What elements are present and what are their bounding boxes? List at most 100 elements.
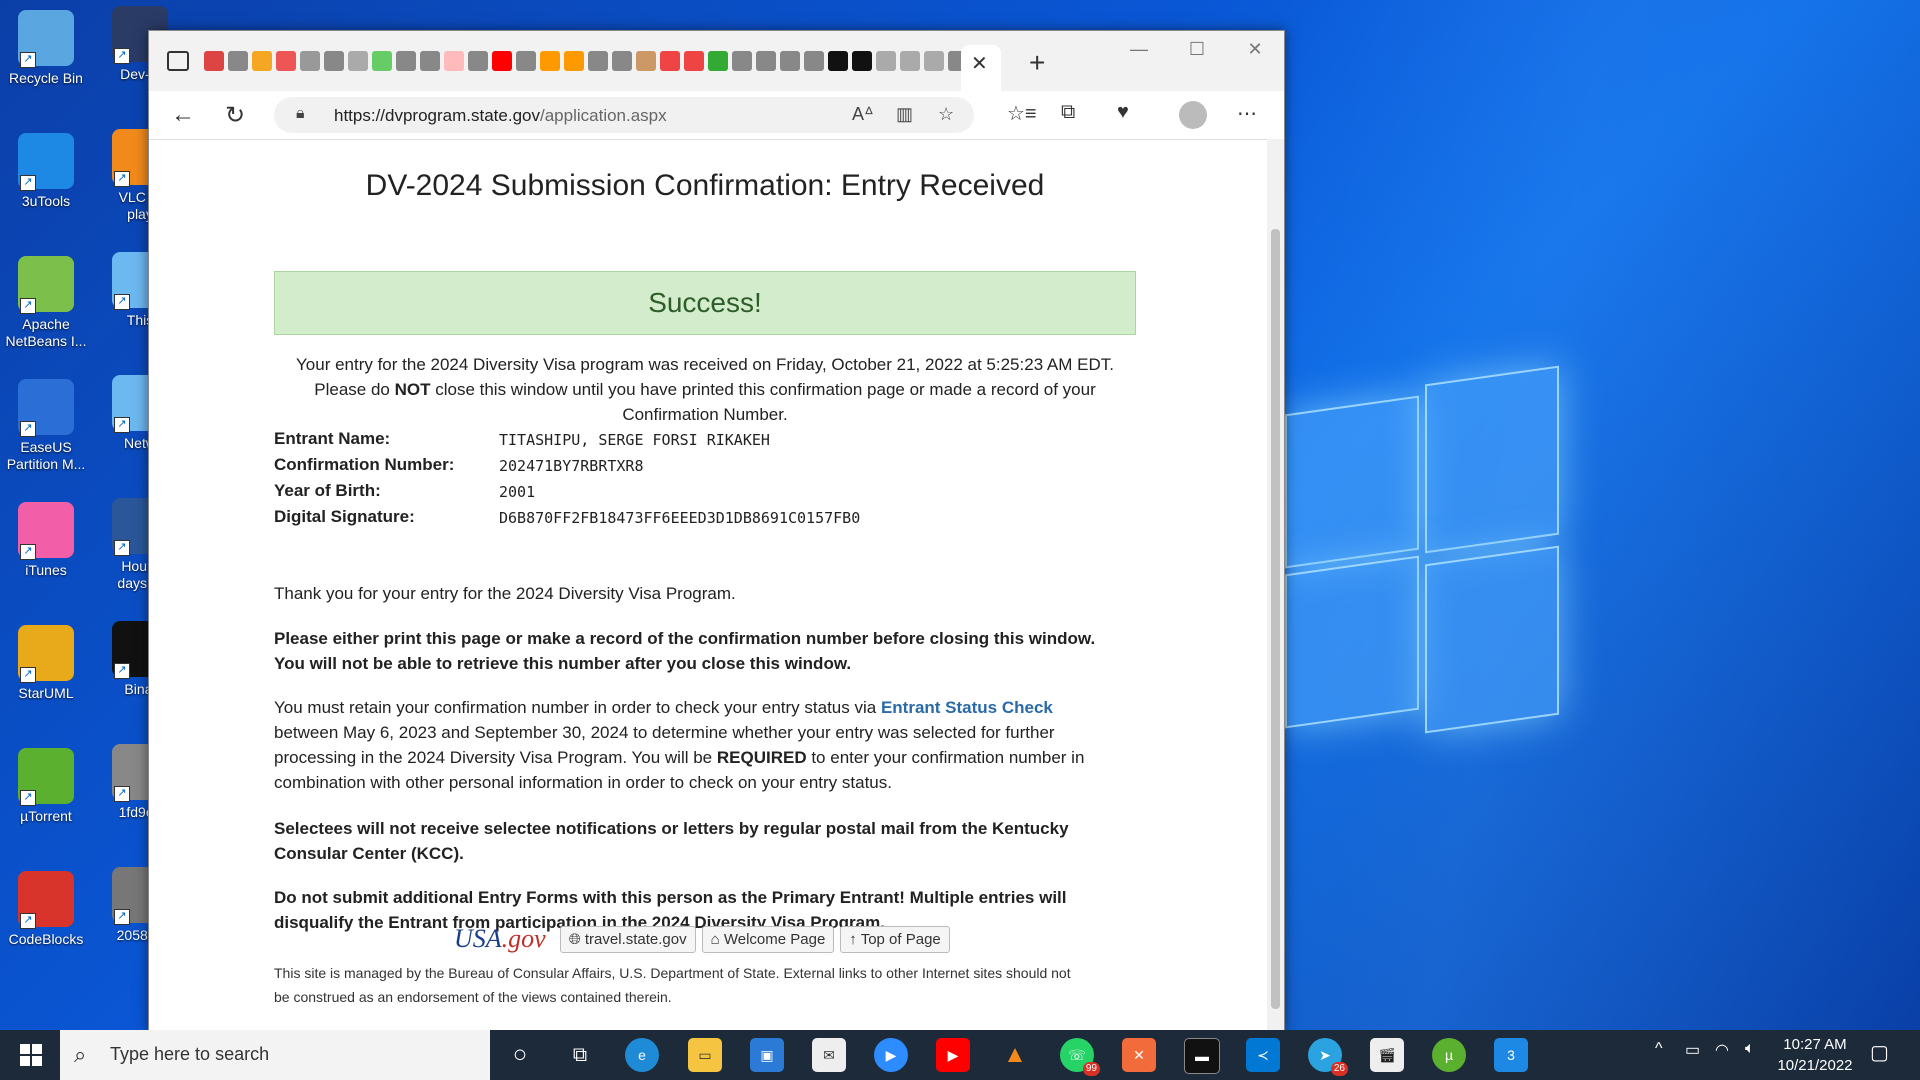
tab-favicon-icon[interactable]	[204, 51, 224, 71]
mail-icon[interactable]: ✉	[812, 1038, 846, 1072]
tab-actions-icon[interactable]	[167, 51, 189, 71]
read-aloud-icon[interactable]: A͏ᐞ	[852, 104, 874, 125]
tab-favicon-icon[interactable]	[780, 51, 800, 71]
back-button[interactable]: ←	[171, 101, 195, 129]
tab-favicon-icon[interactable]	[324, 51, 344, 71]
desktop-icon-recycle-bin[interactable]: ↗ Recycle Bin	[3, 10, 89, 87]
tab-favicon-icon[interactable]	[252, 51, 272, 71]
vlc-icon[interactable]: ▲	[998, 1038, 1032, 1072]
profile-avatar[interactable]	[1179, 101, 1207, 129]
tab-close-icon[interactable]: ✕	[971, 51, 988, 76]
taskbar-search[interactable]: ⌕ Type here to search	[60, 1030, 490, 1080]
tab-favicon-icon[interactable]	[924, 51, 944, 71]
shortcut-arrow-icon: ↗	[114, 417, 130, 433]
shortcut-arrow-icon: ↗	[20, 667, 36, 683]
desktop-icon-itunes[interactable]: ↗ iTunes	[3, 502, 89, 579]
tab-favicon-icon[interactable]	[852, 51, 872, 71]
desktop-icon-3utools[interactable]: ↗ 3uTools	[3, 133, 89, 210]
tab-favicon-icon[interactable]	[732, 51, 752, 71]
retain-line-3-b: to enter your confirmation number in	[806, 748, 1085, 767]
more-menu-icon[interactable]: ⋯	[1237, 101, 1257, 126]
retain-line-1: You must retain your confirmation number…	[274, 695, 1136, 720]
tab-favicon-icon[interactable]	[684, 51, 704, 71]
lock-icon[interactable]: 🔒︎	[296, 105, 305, 123]
cortana-icon[interactable]: ○	[503, 1038, 537, 1072]
clock[interactable]: 10:27 AM 10/21/2022	[1770, 1034, 1860, 1076]
tab-favicon-icon[interactable]	[276, 51, 296, 71]
tab-favicon-icon[interactable]	[420, 51, 440, 71]
wifi-icon[interactable]: ◠	[1715, 1040, 1729, 1060]
address-bar[interactable]: 🔒︎ https://dvprogram.state.gov/applicati…	[274, 97, 974, 133]
tab-favicon-icon[interactable]	[660, 51, 680, 71]
desktop-icon-codeblocks[interactable]: ↗ CodeBlocks	[3, 871, 89, 948]
favorites-icon[interactable]: ☆≡	[1007, 101, 1037, 126]
task-view-icon[interactable]: ⧉	[563, 1038, 597, 1072]
vscode-icon[interactable]: ≺	[1246, 1038, 1280, 1072]
tab-favicon-icon[interactable]	[540, 51, 560, 71]
terminal-icon[interactable]: ▬	[1184, 1038, 1220, 1074]
volume-icon[interactable]: 🔈︎	[1745, 1040, 1755, 1058]
desktop-icon-utorrent[interactable]: ↗ µTorrent	[3, 748, 89, 825]
add-favorite-icon[interactable]: ☆	[938, 104, 954, 125]
tab-favicon-icon[interactable]	[300, 51, 320, 71]
new-tab-button[interactable]: +	[1029, 47, 1045, 79]
youtube-icon[interactable]: ▶	[936, 1038, 970, 1072]
tab-favicon-icon[interactable]	[492, 51, 512, 71]
desktop-icon-easeus[interactable]: ↗ EaseUS Partition M...	[3, 379, 89, 473]
shortcut-arrow-icon: ↗	[114, 171, 130, 187]
tab-favicon-icon[interactable]	[900, 51, 920, 71]
file-explorer-icon[interactable]: ▭	[688, 1038, 722, 1072]
intro-line-3: Confirmation Number.	[622, 405, 788, 424]
url-text[interactable]: https://dvprogram.state.gov/application.…	[334, 106, 667, 126]
video-editor-icon[interactable]: 🎬︎	[1370, 1038, 1404, 1072]
desktop-icon-staruml[interactable]: ↗ StarUML	[3, 625, 89, 702]
tab-favicon-icon[interactable]	[348, 51, 368, 71]
tray-overflow-icon[interactable]: ^	[1655, 1040, 1663, 1058]
tab-favicon-icon[interactable]	[612, 51, 632, 71]
top-of-page-button[interactable]: ↑ Top of Page	[840, 925, 950, 953]
tab-favicon-icon[interactable]	[516, 51, 536, 71]
whatsapp-icon[interactable]: ☏ 99	[1060, 1038, 1100, 1076]
tab-favicon-icon[interactable]	[876, 51, 896, 71]
store-icon[interactable]: ▣	[750, 1038, 784, 1072]
tab-favicon-icon[interactable]	[588, 51, 608, 71]
minimize-button[interactable]: —	[1110, 39, 1168, 60]
page-scrollbar[interactable]	[1267, 139, 1284, 1031]
refresh-button[interactable]: ↻	[225, 101, 245, 130]
collections-icon[interactable]: ⧉	[1061, 101, 1075, 124]
retain-line-2: between May 6, 2023 and September 30, 20…	[274, 723, 1055, 742]
year-of-birth-label: Year of Birth:	[274, 481, 381, 500]
telegram-icon[interactable]: ➤ 26	[1308, 1038, 1348, 1076]
notifications-icon[interactable]: ▢	[1870, 1040, 1889, 1065]
tab-strip	[204, 51, 968, 71]
tab-favicon-icon[interactable]	[372, 51, 392, 71]
entrant-status-check-link[interactable]: Entrant Status Check	[881, 698, 1053, 717]
clock-date: 10/21/2022	[1777, 1057, 1853, 1074]
tab-favicon-icon[interactable]	[828, 51, 848, 71]
maximize-button[interactable]: ☐	[1168, 39, 1226, 60]
usagov-logo[interactable]: USA.gov	[454, 924, 546, 954]
tab-favicon-icon[interactable]	[396, 51, 416, 71]
close-window-button[interactable]: ✕	[1226, 39, 1284, 60]
tab-favicon-icon[interactable]	[636, 51, 656, 71]
tab-favicon-icon[interactable]	[468, 51, 488, 71]
health-extension-icon[interactable]: ♥	[1117, 101, 1129, 124]
tab-favicon-icon[interactable]	[804, 51, 824, 71]
utorrent-taskbar-icon[interactable]: µ	[1432, 1038, 1466, 1072]
tab-favicon-icon[interactable]	[564, 51, 584, 71]
edge-icon[interactable]: e	[625, 1038, 659, 1072]
reader-view-icon[interactable]: ▥	[896, 104, 913, 125]
tab-favicon-icon[interactable]	[756, 51, 776, 71]
travel-state-gov-button[interactable]: 🌐︎ travel.state.gov	[559, 925, 696, 953]
tab-favicon-icon[interactable]	[444, 51, 464, 71]
tab-favicon-icon[interactable]	[708, 51, 728, 71]
xampp-icon[interactable]: ✕	[1122, 1038, 1156, 1072]
battery-icon[interactable]: ▭	[1685, 1040, 1700, 1060]
tab-favicon-icon[interactable]	[228, 51, 248, 71]
welcome-page-button[interactable]: ⌂ Welcome Page	[701, 925, 835, 953]
3utools-taskbar-icon[interactable]: 3	[1494, 1038, 1528, 1072]
start-button[interactable]	[20, 1044, 42, 1066]
desktop-icon-netbeans[interactable]: ↗ Apache NetBeans I...	[3, 256, 89, 350]
scrollbar-thumb[interactable]	[1271, 229, 1280, 1009]
zoom-icon[interactable]: ▶	[874, 1038, 908, 1072]
